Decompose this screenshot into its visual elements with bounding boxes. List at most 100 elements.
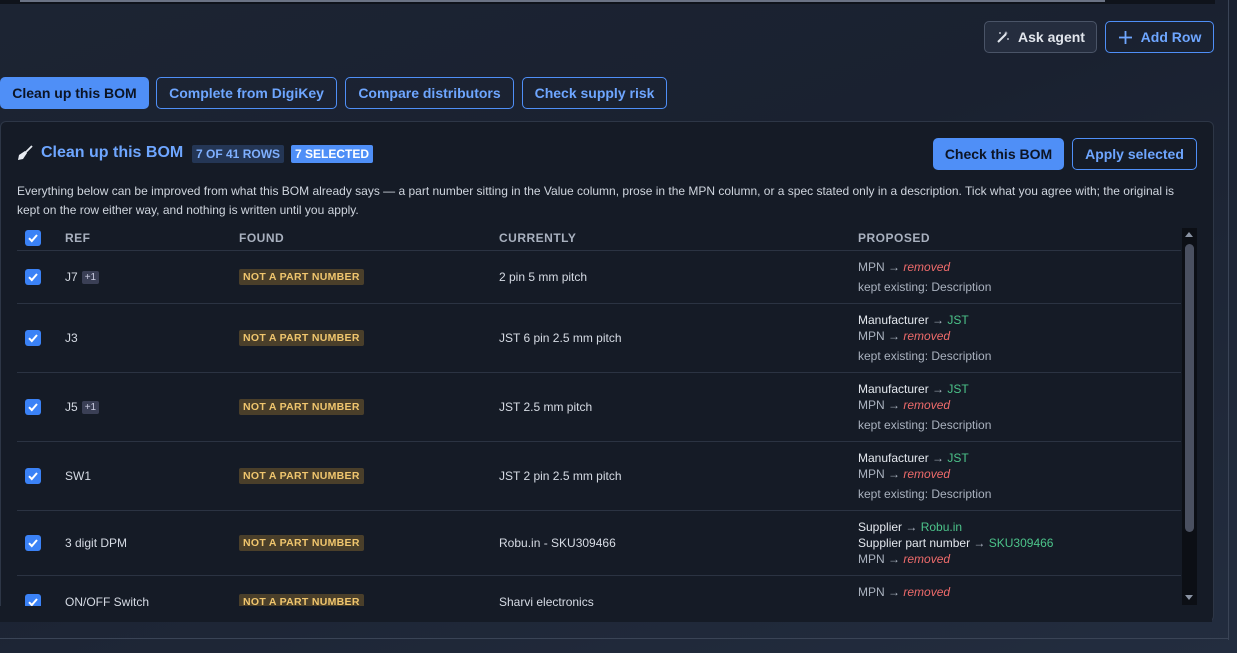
row-checkbox[interactable] <box>25 399 41 415</box>
header-proposed: PROPOSED <box>858 231 931 245</box>
arrow: → <box>888 467 901 481</box>
magic-wand-icon <box>997 31 1009 43</box>
field-label: Supplier <box>858 520 903 534</box>
arrow: → <box>932 451 945 465</box>
add-row-button[interactable]: Add Row <box>1105 21 1214 53</box>
ref-value: J5 <box>65 400 78 414</box>
window-top-strip <box>0 0 1215 4</box>
field-label: MPN <box>858 398 885 412</box>
tab-compare-distributors-label: Compare distributors <box>358 85 501 101</box>
check-bom-button[interactable]: Check this BOM <box>933 138 1064 170</box>
table-bottom-clip <box>0 606 1212 622</box>
proposed-mpn: MPN → removed <box>858 328 991 344</box>
extra-ref-badge: +1 <box>81 401 100 414</box>
arrow: → <box>888 329 901 343</box>
add-row-label: Add Row <box>1140 29 1202 45</box>
ref-value: 3 digit DPM <box>65 536 128 550</box>
scrollbar-thumb[interactable] <box>1185 244 1194 532</box>
row-currently: JST 6 pin 2.5 mm pitch <box>499 331 622 345</box>
checkmark-icon <box>28 334 38 343</box>
field-label: Manufacturer <box>858 382 929 396</box>
divider-bottom <box>0 638 1229 639</box>
arrow: → <box>932 313 945 327</box>
row-checkbox[interactable] <box>25 468 41 484</box>
broom-icon <box>18 145 33 160</box>
tab-complete-from-digikey[interactable]: Complete from DigiKey <box>156 77 337 109</box>
removed-value: removed <box>903 467 951 481</box>
panel-header: Clean up this BOM <box>17 144 183 162</box>
added-value: JST <box>947 451 969 465</box>
field-label: Supplier part number <box>858 536 971 550</box>
row-divider <box>17 510 1181 511</box>
row-proposed: Manufacturer → JST MPN → removed kept ex… <box>858 450 991 502</box>
arrow: → <box>888 398 901 412</box>
row-ref: J5 +1 <box>65 400 100 414</box>
kept-existing: kept existing: Description <box>858 418 992 432</box>
not-part-number-tag: NOT A PART NUMBER <box>239 269 364 285</box>
row-checkbox[interactable] <box>25 330 41 346</box>
header-currently: CURRENTLY <box>499 231 577 245</box>
removed-value: removed <box>903 260 951 274</box>
scroll-up-icon[interactable] <box>1185 232 1193 237</box>
rows-count-badge: 7 OF 41 ROWS <box>192 145 285 163</box>
row-proposed: Manufacturer → JST MPN → removed kept ex… <box>858 381 991 433</box>
ask-agent-button[interactable]: Ask agent <box>984 21 1097 53</box>
proposed-supplier: Supplier → Robu.in <box>858 519 1053 535</box>
not-part-number-tag: NOT A PART NUMBER <box>239 330 364 346</box>
row-divider <box>17 303 1181 304</box>
row-currently: Robu.in - SKU309466 <box>499 536 616 550</box>
ask-agent-label: Ask agent <box>1018 29 1085 45</box>
apply-selected-button[interactable]: Apply selected <box>1072 138 1197 170</box>
tab-check-supply-risk[interactable]: Check supply risk <box>522 77 667 109</box>
removed-value: removed <box>903 398 951 412</box>
tab-complete-from-digikey-label: Complete from DigiKey <box>169 85 324 101</box>
arrow: → <box>973 536 986 550</box>
top-scrollbar[interactable] <box>20 0 1105 2</box>
row-checkbox[interactable] <box>25 535 41 551</box>
row-checkbox[interactable] <box>25 269 41 285</box>
field-label: Manufacturer <box>858 451 929 465</box>
arrow: → <box>905 520 918 534</box>
arrow: → <box>932 382 945 396</box>
field-label: MPN <box>858 329 885 343</box>
arrow: → <box>888 552 901 566</box>
checkmark-icon <box>28 234 38 243</box>
removed-value: removed <box>903 585 951 599</box>
arrow: → <box>888 585 901 599</box>
panel-title: Clean up this BOM <box>41 144 184 161</box>
proposed-mpn: MPN → removed <box>858 259 991 275</box>
field-label: MPN <box>858 260 885 274</box>
not-part-number-tag: NOT A PART NUMBER <box>239 535 364 551</box>
field-label: MPN <box>858 552 885 566</box>
row-divider <box>17 575 1181 576</box>
proposed-manufacturer: Manufacturer → JST <box>858 312 991 328</box>
scroll-down-icon[interactable] <box>1185 595 1193 600</box>
not-part-number-tag: NOT A PART NUMBER <box>239 468 364 484</box>
row-divider <box>17 441 1181 442</box>
tab-clean-up-bom[interactable]: Clean up this BOM <box>0 77 149 109</box>
removed-value: removed <box>903 552 951 566</box>
row-ref: SW1 <box>65 469 91 483</box>
row-divider <box>17 372 1181 373</box>
row-currently: JST 2.5 mm pitch <box>499 400 593 414</box>
row-currently: JST 2 pin 2.5 mm pitch <box>499 469 622 483</box>
added-value: JST <box>947 313 969 327</box>
kept-existing: kept existing: Description <box>858 349 992 363</box>
select-all-checkbox[interactable] <box>25 230 41 246</box>
arrow: → <box>888 260 901 274</box>
divider-right <box>1228 0 1229 640</box>
field-label: Manufacturer <box>858 313 929 327</box>
row-proposed: MPN → removed kept existing: Description <box>858 259 991 295</box>
tab-compare-distributors[interactable]: Compare distributors <box>345 77 514 109</box>
checkmark-icon <box>28 539 38 548</box>
panel-description: Everything below can be improved from wh… <box>17 184 1174 217</box>
apply-selected-label: Apply selected <box>1085 146 1184 162</box>
ref-value: J3 <box>65 331 78 345</box>
extra-ref-badge: +1 <box>81 271 100 284</box>
proposed-mpn: MPN → removed <box>858 584 950 600</box>
checkmark-icon <box>28 273 38 282</box>
row-proposed: MPN → removed <box>858 584 950 600</box>
row-proposed: Manufacturer → JST MPN → removed kept ex… <box>858 312 991 364</box>
selected-count-badge: 7 SELECTED <box>291 145 374 163</box>
plus-icon <box>1118 30 1132 44</box>
